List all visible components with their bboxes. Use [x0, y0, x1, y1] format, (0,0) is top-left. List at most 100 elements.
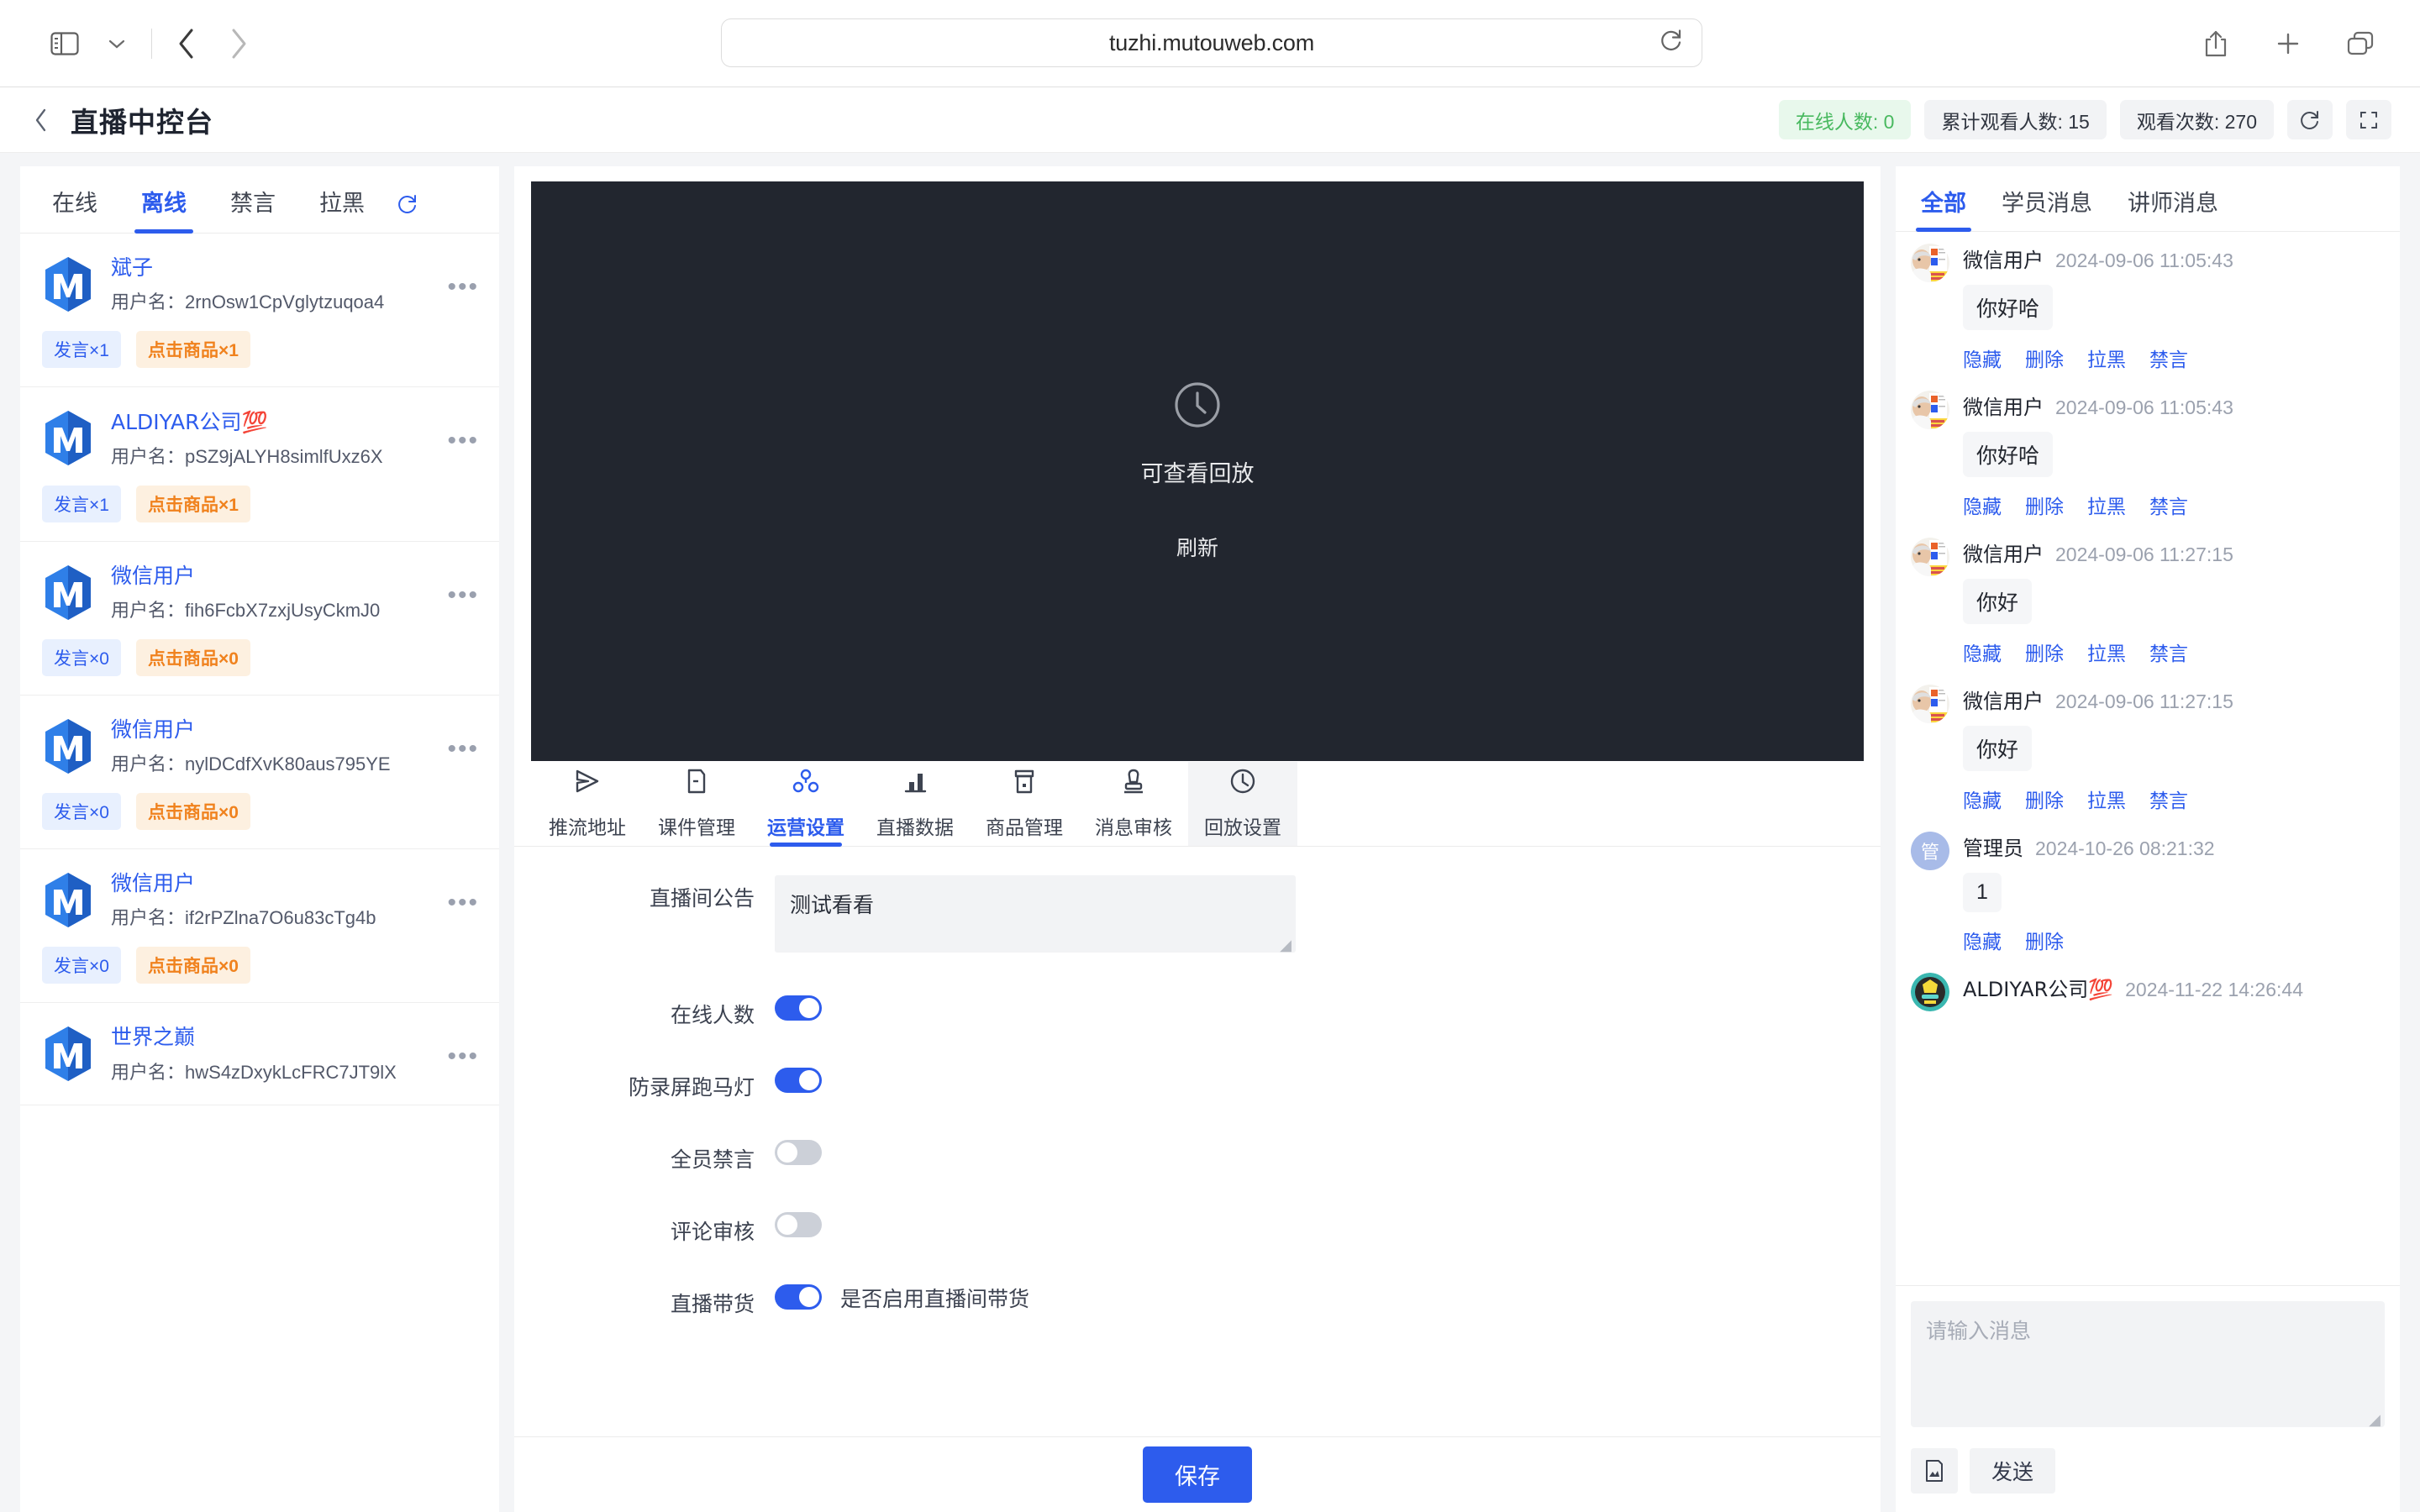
list-item[interactable]: 斌子 用户名：2rnOsw1CpVglytzuqoa4 ••• 发言×1 点击商… [20, 234, 499, 388]
action-delete[interactable]: 删除 [2025, 344, 2064, 372]
toggle-knob [799, 1070, 819, 1090]
user-tags: 发言×1 点击商品×1 [42, 331, 477, 369]
tab-student-messages[interactable]: 学员消息 [1996, 185, 2097, 231]
message-timestamp: 2024-11-22 14:26:44 [2125, 979, 2303, 1000]
tab-playback-settings[interactable]: 回放设置 [1188, 761, 1297, 846]
status-badge-product-click: 点击商品×0 [135, 793, 250, 830]
form-row-anti-screen-record: 防录屏跑马灯 [514, 1064, 1881, 1101]
clock-icon [1173, 381, 1222, 433]
tab-live-data[interactable]: 直播数据 [860, 762, 970, 846]
tab-blacklist[interactable]: 拉黑 [311, 185, 373, 233]
tab-label: 消息审核 [1095, 816, 1172, 838]
action-hide[interactable]: 隐藏 [1963, 344, 2002, 372]
action-blacklist[interactable]: 拉黑 [2087, 785, 2126, 813]
tab-offline[interactable]: 离线 [133, 185, 195, 234]
avatar [1911, 973, 1949, 1011]
status-badge-product-click: 点击商品×1 [135, 485, 250, 522]
ellipsis-icon[interactable]: ••• [447, 890, 479, 916]
action-mute[interactable]: 禁言 [2149, 344, 2188, 372]
action-hide[interactable]: 隐藏 [1963, 491, 2002, 519]
tab-operation-settings[interactable]: 运营设置 [751, 762, 860, 847]
list-item[interactable]: 世界之巅 用户名：hwS4zDxykLcFRC7JT9lX ••• [20, 1003, 499, 1105]
send-button[interactable]: 发送 [1970, 1448, 2056, 1494]
action-delete[interactable]: 删除 [2025, 491, 2064, 519]
message-input[interactable] [1911, 1301, 2385, 1427]
message-item: 微信用户 2024-09-06 11:27:15 你好 隐藏 删除 拉黑 禁言 [1911, 538, 2385, 666]
user-list[interactable]: 斌子 用户名：2rnOsw1CpVglytzuqoa4 ••• 发言×1 点击商… [20, 234, 499, 1512]
stamp-icon [1119, 767, 1148, 800]
address-bar[interactable]: tuzhi.mutouweb.com [721, 18, 1702, 67]
toggle-comment-review[interactable] [775, 1212, 822, 1237]
list-item[interactable]: 微信用户 用户名：fih6FcbX7zxjUsyCkmJ0 ••• 发言×0 点… [20, 542, 499, 696]
user-username: 用户名：fih6FcbX7zxjUsyCkmJ0 [111, 599, 381, 621]
toggle-mute-all[interactable] [775, 1140, 822, 1165]
avatar [1911, 244, 1949, 282]
ellipsis-icon[interactable]: ••• [447, 1044, 479, 1069]
video-refresh-button[interactable]: 刷新 [1176, 532, 1218, 562]
fullscreen-icon[interactable] [2346, 100, 2391, 139]
avatar [42, 717, 94, 776]
forward-button[interactable] [213, 18, 265, 70]
sidebar-icon[interactable] [39, 18, 91, 70]
announcement-textarea[interactable] [775, 875, 1296, 953]
action-hide[interactable]: 隐藏 [1963, 638, 2002, 666]
action-delete[interactable]: 删除 [2025, 785, 2064, 813]
tab-muted[interactable]: 禁言 [222, 185, 284, 233]
action-blacklist[interactable]: 拉黑 [2087, 491, 2126, 519]
ellipsis-icon[interactable]: ••• [447, 736, 479, 761]
action-delete[interactable]: 删除 [2025, 926, 2064, 954]
tab-online[interactable]: 在线 [44, 185, 106, 233]
plus-icon[interactable] [2262, 18, 2314, 70]
ellipsis-icon[interactable]: ••• [447, 582, 479, 607]
action-mute[interactable]: 禁言 [2149, 785, 2188, 813]
avatar [1911, 391, 1949, 429]
toggle-online-count[interactable] [775, 995, 822, 1021]
save-button[interactable]: 保存 [1143, 1446, 1252, 1503]
list-item[interactable]: ALDIYAR公司💯 用户名：pSZ9jALYH8simlfUxz6X ••• … [20, 387, 499, 542]
tab-courseware[interactable]: 课件管理 [642, 762, 751, 846]
action-blacklist[interactable]: 拉黑 [2087, 344, 2126, 372]
message-actions: 隐藏 删除 拉黑 禁言 [1963, 785, 2385, 813]
chat-tabs: 全部 学员消息 讲师消息 [1896, 166, 2400, 232]
avatar [42, 564, 94, 622]
list-item[interactable]: 微信用户 用户名：nylDCdfXvK80aus795YE ••• 发言×0 点… [20, 696, 499, 849]
action-hide[interactable]: 隐藏 [1963, 926, 2002, 954]
action-mute[interactable]: 禁言 [2149, 491, 2188, 519]
action-hide[interactable]: 隐藏 [1963, 785, 2002, 813]
bar-chart-icon [901, 767, 929, 800]
status-badge-speech: 发言×0 [42, 638, 121, 676]
reload-icon[interactable] [1660, 29, 1683, 58]
audience-panel: 在线 离线 禁言 拉黑 斌子 用户名：2rnOsw1CpVglytzuqoa4 … [20, 166, 499, 1512]
back-button[interactable] [160, 18, 213, 70]
action-blacklist[interactable]: 拉黑 [2087, 638, 2126, 666]
toggle-anti-screen-record[interactable] [775, 1068, 822, 1093]
status-badge-product-click: 点击商品×1 [135, 331, 250, 369]
share-icon[interactable] [2190, 18, 2242, 70]
message-list[interactable]: 微信用户 2024-09-06 11:05:43 你好哈 隐藏 删除 拉黑 禁言 [1896, 232, 2400, 1285]
refresh-icon[interactable] [2287, 100, 2333, 139]
tab-overview-icon[interactable] [2334, 18, 2386, 70]
tab-all-messages[interactable]: 全部 [1916, 185, 1971, 232]
ellipsis-icon[interactable]: ••• [447, 428, 479, 454]
tab-instructor-messages[interactable]: 讲师消息 [2123, 185, 2223, 231]
list-item[interactable]: 微信用户 用户名：if2rPZlna7O6u83cTg4b ••• 发言×0 点… [20, 849, 499, 1004]
action-mute[interactable]: 禁言 [2149, 638, 2188, 666]
tab-label: 运营设置 [767, 816, 844, 838]
tab-message-review[interactable]: 消息审核 [1079, 762, 1188, 846]
tab-push-address[interactable]: 推流地址 [533, 762, 642, 846]
action-delete[interactable]: 删除 [2025, 638, 2064, 666]
message-item: 管 管理员 2024-10-26 08:21:32 1 隐藏 删除 [1911, 832, 2385, 954]
page-back-button[interactable] [34, 108, 49, 133]
form-row-live-commerce: 直播带货 是否启用直播间带货 [514, 1281, 1881, 1318]
image-icon[interactable] [1911, 1448, 1958, 1494]
tab-product-management[interactable]: 商品管理 [970, 762, 1079, 846]
avatar [1911, 538, 1949, 576]
toggle-live-commerce[interactable] [775, 1284, 822, 1310]
field-hint: 是否启用直播间带货 [840, 1288, 1030, 1311]
message-author: 微信用户 [1963, 249, 2044, 272]
status-badge-product-click: 点击商品×0 [135, 947, 250, 984]
user-nickname: 微信用户 [111, 564, 196, 588]
ellipsis-icon[interactable]: ••• [447, 275, 479, 300]
reload-icon[interactable] [397, 193, 418, 219]
chevron-down-icon[interactable] [91, 18, 143, 70]
